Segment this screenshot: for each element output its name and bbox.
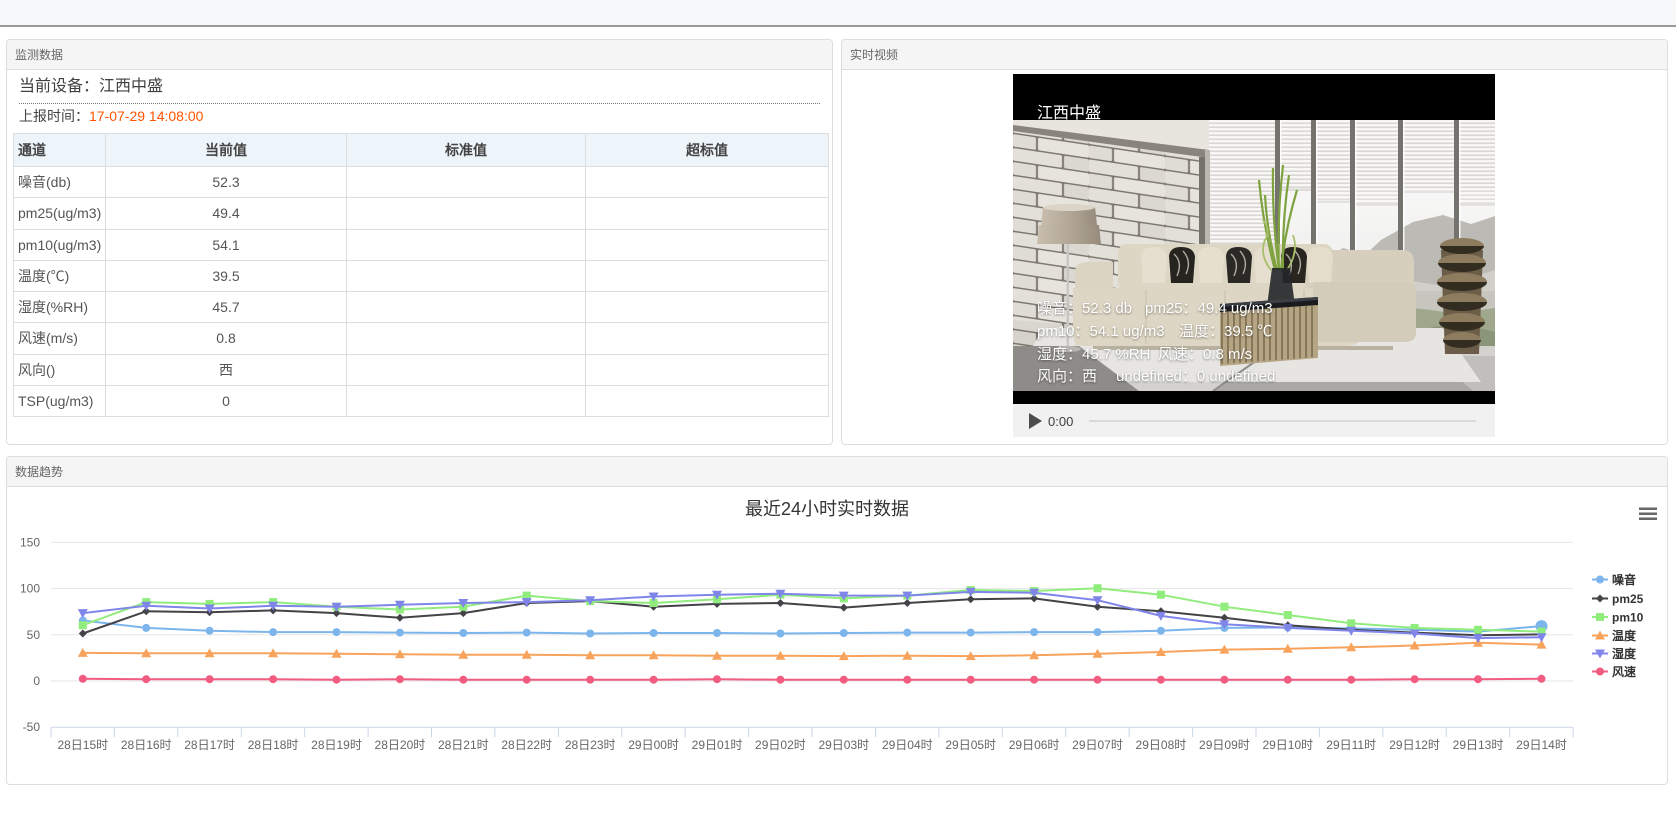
- svg-text:29日04时: 29日04时: [882, 738, 933, 752]
- svg-text:28日23时: 28日23时: [565, 738, 616, 752]
- svg-text:150: 150: [20, 535, 40, 549]
- svg-text:28日21时: 28日21时: [438, 738, 489, 752]
- svg-text:29日03时: 29日03时: [818, 738, 869, 752]
- svg-text:最近24小时实时数据: 最近24小时实时数据: [745, 499, 909, 519]
- svg-text:风速: 风速: [1612, 664, 1636, 679]
- svg-text:-50: -50: [23, 720, 41, 734]
- svg-text:29日14时: 29日14时: [1516, 738, 1567, 752]
- svg-text:29日05时: 29日05时: [945, 738, 996, 752]
- svg-text:29日08时: 29日08时: [1136, 738, 1187, 752]
- svg-text:28日22时: 28日22时: [501, 738, 552, 752]
- svg-text:温度: 温度: [1612, 628, 1637, 643]
- svg-text:29日00时: 29日00时: [628, 738, 679, 752]
- svg-text:28日18时: 28日18时: [248, 738, 299, 752]
- svg-text:28日17时: 28日17时: [184, 738, 235, 752]
- svg-text:28日15时: 28日15时: [57, 738, 108, 752]
- svg-text:29日13时: 29日13时: [1453, 738, 1504, 752]
- svg-text:29日06时: 29日06时: [1009, 738, 1060, 752]
- svg-text:29日12时: 29日12时: [1389, 738, 1440, 752]
- svg-text:29日02时: 29日02时: [755, 738, 806, 752]
- svg-text:pm25: pm25: [1612, 592, 1644, 606]
- svg-text:29日07时: 29日07时: [1072, 738, 1123, 752]
- svg-text:湿度: 湿度: [1612, 646, 1637, 661]
- svg-text:28日20时: 28日20时: [375, 738, 426, 752]
- svg-text:pm10: pm10: [1612, 611, 1644, 625]
- svg-text:0: 0: [33, 674, 40, 688]
- svg-text:28日19时: 28日19时: [311, 738, 362, 752]
- svg-text:100: 100: [20, 582, 40, 596]
- svg-text:29日01时: 29日01时: [692, 738, 743, 752]
- svg-text:50: 50: [27, 628, 41, 642]
- svg-text:噪音: 噪音: [1612, 572, 1636, 587]
- svg-text:29日09时: 29日09时: [1199, 738, 1250, 752]
- svg-text:28日16时: 28日16时: [121, 738, 172, 752]
- svg-text:29日11时: 29日11时: [1326, 738, 1376, 752]
- svg-text:29日10时: 29日10时: [1262, 738, 1313, 752]
